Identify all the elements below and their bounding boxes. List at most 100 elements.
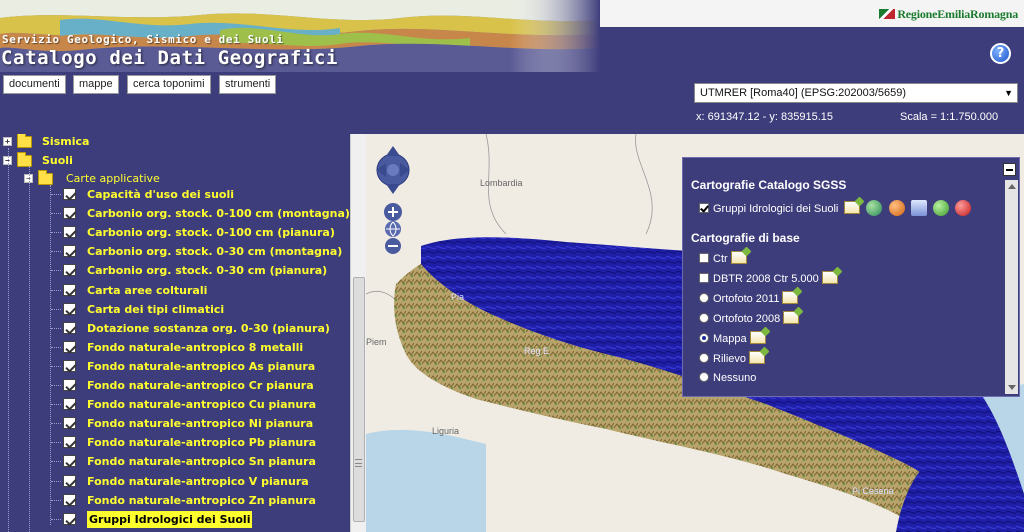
map-place-label: Pia [451,292,465,302]
base-layer-radio[interactable] [699,293,709,303]
region-logo[interactable]: RegioneEmiliaRomagna [879,7,1018,22]
tree-layer-label: Fondo naturale-antropico 8 metalli [87,340,304,354]
layer-properties-icon[interactable] [821,271,838,284]
layer-checkbox-icon[interactable] [63,512,76,525]
tree-layer-item[interactable]: Carbonio org. stock. 0-100 cm (montagna) [0,205,350,222]
tree-layer-item[interactable]: Carbonio org. stock. 0-30 cm (montagna) [0,243,342,260]
tree-scrollbar[interactable] [350,134,366,532]
mappe-button[interactable]: mappe [73,75,119,94]
sgss-layer-checkbox[interactable] [699,203,709,213]
layer-checkbox-icon[interactable] [63,245,76,258]
layer-checkbox-icon[interactable] [63,398,76,411]
pan-up-icon[interactable] [386,146,400,156]
layer-checkbox-icon[interactable] [63,283,76,296]
tree-layer-item[interactable]: Fondo naturale-antropico Cu pianura [0,396,340,413]
base-layer-item[interactable]: Nessuno [699,371,756,385]
remove-icon[interactable] [954,200,971,216]
base-layer-item[interactable]: DBTR 2008 Ctr 5.000 [699,271,838,285]
minimize-icon[interactable] [1003,163,1016,176]
layer-checkbox-icon[interactable] [63,493,76,506]
base-layer-label: Mappa [713,333,747,345]
tree-guide-line [51,423,61,425]
pan-down-icon[interactable] [386,184,400,194]
base-layer-item[interactable]: Ortofoto 2011 [699,291,799,305]
panel-scrollbar[interactable] [1005,180,1018,394]
scroll-down-icon[interactable] [1008,385,1016,390]
settings-icon[interactable] [888,200,905,216]
map-place-label: Pi Cesena [852,486,894,496]
layer-properties-icon[interactable] [730,251,747,264]
tree-node-sismica[interactable]: + Sismica [0,134,340,150]
zoom-control[interactable] [382,203,404,255]
base-layer-item[interactable]: Ctr [699,251,747,265]
layer-properties-icon[interactable] [783,311,800,324]
layer-properties-icon[interactable] [782,291,799,304]
download-icon[interactable] [932,200,949,216]
strumenti-button[interactable]: strumenti [219,75,277,94]
tree-layer-item[interactable]: Carbonio org. stock. 0-30 cm (pianura) [0,262,340,279]
base-layer-item[interactable]: Mappa [699,331,766,345]
help-icon[interactable]: ? [990,43,1011,64]
layer-checkbox-icon[interactable] [63,474,76,487]
layer-checkbox-icon[interactable] [63,188,76,200]
tree-guide-line [51,251,61,253]
layer-checkbox-icon[interactable] [63,302,76,315]
layer-properties-icon[interactable] [749,351,766,364]
tree-node-carte-applicative[interactable]: − Carte applicative [0,170,340,187]
base-layer-radio[interactable] [699,313,709,323]
tree-layer-item[interactable]: Fondo naturale-antropico As pianura [0,358,340,375]
layer-checkbox-icon[interactable] [63,207,76,220]
tree-layer-item[interactable]: Carta aree colturali [0,282,340,299]
layer-checkbox-icon[interactable] [63,340,76,353]
region-boundary [635,134,653,235]
tree-layer-item[interactable]: Fondo naturale-antropico V pianura [0,473,340,490]
base-layer-radio[interactable] [699,333,709,343]
tree-layer-item[interactable]: Fondo naturale-antropico Cr pianura [0,377,340,394]
tree-layer-item[interactable]: Fondo naturale-antropico Sn pianura [0,453,340,470]
tree-layer-item[interactable]: Fondo naturale-antropico Ni pianura [0,415,340,432]
layer-checkbox-icon[interactable] [63,359,76,372]
base-layer-label: Rilievo [713,353,747,365]
folder-icon [17,134,32,148]
layer-properties-icon[interactable] [749,331,766,344]
tree-layer-item[interactable]: Gruppi Idrologici dei Suoli [0,510,340,528]
base-layer-radio[interactable] [699,353,709,363]
globe-icon[interactable] [866,200,883,216]
layer-properties-icon[interactable] [844,201,861,214]
projection-select[interactable]: UTMRER [Roma40] (EPSG:202003/5659) ▼ [694,83,1018,103]
base-layer-radio[interactable] [699,372,709,382]
layer-checkbox-icon[interactable] [63,436,76,449]
layer-checkbox-icon[interactable] [63,455,76,468]
layer-checkbox-icon[interactable] [63,321,76,334]
tree-layer-item[interactable]: Carta dei tipi climatici [0,301,340,318]
table-icon[interactable] [910,200,927,216]
tree-layer-item[interactable]: Fondo naturale-antropico Pb pianura [0,434,340,451]
tree-layer-item[interactable]: Capacità d'uso dei suoli [0,186,340,203]
layer-checkbox-icon[interactable] [63,226,76,239]
layer-checkbox-icon[interactable] [63,379,76,391]
tree-layer-item[interactable]: Fondo naturale-antropico 8 metalli [0,339,340,356]
tree-guide-line [51,480,61,482]
expand-icon[interactable]: + [3,137,12,146]
scroll-up-icon[interactable] [1008,184,1016,189]
cerca-toponimi-button[interactable]: cerca toponimi [127,75,211,94]
base-layer-checkbox[interactable] [699,273,709,283]
tree-guide-line [51,385,61,386]
base-layer-item[interactable]: Ortofoto 2008 [699,311,800,325]
tree-layer-item[interactable]: Carbonio org. stock. 0-100 cm (pianura) [0,224,340,241]
pan-control[interactable] [374,142,412,197]
layer-checkbox-icon[interactable] [63,264,76,277]
documenti-button[interactable]: documenti [3,75,66,94]
tree-guide-line [51,194,61,195]
base-layer-item[interactable]: Rilievo [699,351,766,365]
tree-layer-item[interactable]: Dotazione sostanza org. 0-30 (pianura) [0,320,340,337]
sgss-layer-item[interactable]: Gruppi Idrologici dei Suoli [699,200,971,216]
tree-node-suoli[interactable]: − Suoli [0,152,340,169]
tree-node-label: Sismica [42,135,90,148]
base-layer-checkbox[interactable] [699,253,709,263]
tree-guide-line [51,270,61,272]
layer-checkbox-icon[interactable] [63,417,76,430]
tree-scrollbar-thumb[interactable] [353,277,365,522]
tree-layer-item[interactable]: Fondo naturale-antropico Zn pianura [0,492,340,509]
region-flag-icon [879,9,896,19]
